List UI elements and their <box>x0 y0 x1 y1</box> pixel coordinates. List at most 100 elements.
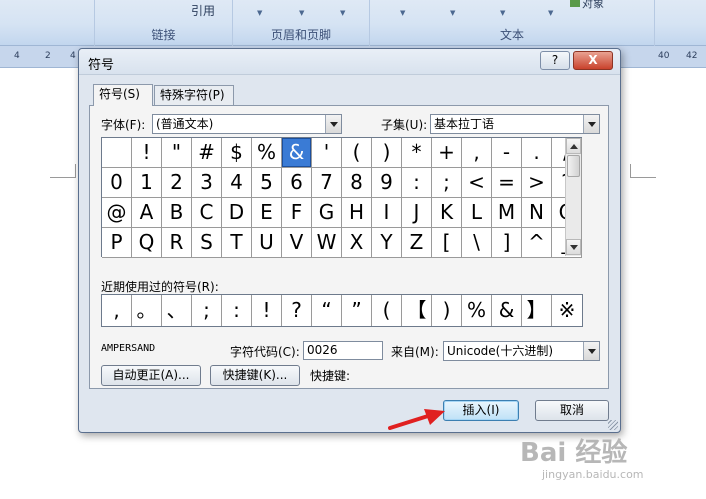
close-button[interactable]: X <box>573 51 613 70</box>
recent-symbol-cell[interactable]: 【 <box>402 295 432 326</box>
insert-button[interactable]: 插入(I) <box>443 400 519 421</box>
recent-symbol-cell[interactable]: 、 <box>162 295 192 326</box>
symbol-cell[interactable]: E <box>252 198 282 228</box>
symbol-cell[interactable]: I <box>372 198 402 228</box>
symbol-cell[interactable]: Q <box>132 228 162 258</box>
symbol-cell[interactable]: [ <box>432 228 462 258</box>
recent-symbol-cell[interactable]: ? <box>282 295 312 326</box>
symbol-cell[interactable]: U <box>252 228 282 258</box>
symbol-cell[interactable]: ] <box>492 228 522 258</box>
dialog-titlebar[interactable]: 符号 ? X <box>79 49 620 75</box>
tab-special-characters[interactable]: 特殊字符(P) <box>154 85 234 106</box>
symbol-cell[interactable]: * <box>402 138 432 168</box>
chevron-down-icon[interactable] <box>583 342 599 360</box>
symbol-cell[interactable]: V <box>282 228 312 258</box>
symbol-cell[interactable]: C <box>192 198 222 228</box>
recent-symbols[interactable]: ,。、;:!? “”(【)% &】 ※ <box>101 294 583 327</box>
symbol-cell[interactable]: M <box>492 198 522 228</box>
dropdown-arrow-icon[interactable]: ▼ <box>257 9 262 17</box>
symbol-cell[interactable]: 9 <box>372 168 402 198</box>
symbol-cell[interactable]: $ <box>222 138 252 168</box>
chevron-down-icon[interactable] <box>325 115 341 133</box>
symbol-cell[interactable]: X <box>342 228 372 258</box>
symbol-cell[interactable]: - <box>492 138 522 168</box>
symbol-cell[interactable]: 5 <box>252 168 282 198</box>
recent-symbol-cell[interactable]: ; <box>192 295 222 326</box>
symbol-cell[interactable]: 3 <box>192 168 222 198</box>
symbol-cell[interactable]: ; <box>432 168 462 198</box>
help-button[interactable]: ? <box>540 51 570 70</box>
from-select[interactable]: Unicode(十六进制) <box>443 341 600 361</box>
symbol-cell[interactable]: Y <box>372 228 402 258</box>
symbol-cell[interactable]: 1 <box>132 168 162 198</box>
dropdown-arrow-icon[interactable]: ▼ <box>548 9 553 17</box>
recent-symbol-cell[interactable]: ※ <box>552 295 582 326</box>
symbol-cell[interactable]: < <box>462 168 492 198</box>
chevron-down-icon[interactable] <box>583 115 599 133</box>
char-code-field[interactable]: 0026 <box>303 341 383 360</box>
symbol-cell[interactable]: P <box>102 228 132 258</box>
subset-select[interactable]: 基本拉丁语 <box>430 114 600 134</box>
recent-symbol-cell[interactable]: ! <box>252 295 282 326</box>
symbol-cell[interactable]: 8 <box>342 168 372 198</box>
symbol-cell[interactable]: J <box>402 198 432 228</box>
symbol-cell[interactable]: R <box>162 228 192 258</box>
symbol-cell[interactable]: K <box>432 198 462 228</box>
recent-symbol-cell[interactable]: , <box>102 295 132 326</box>
symbol-cell[interactable] <box>102 138 132 168</box>
recent-symbol-cell[interactable]: “ <box>312 295 342 326</box>
scroll-down-icon[interactable] <box>566 239 581 255</box>
symbol-cell[interactable]: % <box>252 138 282 168</box>
symbol-cell[interactable]: + <box>432 138 462 168</box>
symbol-cell[interactable]: & <box>282 138 312 168</box>
cancel-button[interactable]: 取消 <box>535 400 609 421</box>
recent-symbol-cell[interactable]: & <box>492 295 522 326</box>
ribbon-item-object[interactable]: 对象 <box>570 0 604 11</box>
symbol-cell[interactable]: : <box>402 168 432 198</box>
symbol-cell[interactable]: , <box>462 138 492 168</box>
recent-symbol-cell[interactable]: ” <box>342 295 372 326</box>
symbol-cell[interactable]: ^ <box>522 228 552 258</box>
recent-symbol-cell[interactable]: ( <box>372 295 402 326</box>
symbol-cell[interactable]: . <box>522 138 552 168</box>
symbol-cell[interactable]: 0 <box>102 168 132 198</box>
symbol-cell[interactable]: > <box>522 168 552 198</box>
symbol-cell[interactable]: " <box>162 138 192 168</box>
symbol-cell[interactable]: 6 <box>282 168 312 198</box>
scroll-up-icon[interactable] <box>566 138 581 154</box>
font-select[interactable]: (普通文本) <box>152 114 342 134</box>
tab-symbols[interactable]: 符号(S) <box>93 84 153 106</box>
dropdown-arrow-icon[interactable]: ▼ <box>500 9 505 17</box>
resize-grip-icon[interactable] <box>608 420 618 430</box>
symbol-cell[interactable]: T <box>222 228 252 258</box>
recent-symbol-cell[interactable]: 。 <box>132 295 162 326</box>
symbol-cell[interactable]: @ <box>102 198 132 228</box>
recent-symbol-cell[interactable]: : <box>222 295 252 326</box>
symbol-cell[interactable]: \ <box>462 228 492 258</box>
symbol-cell[interactable]: A <box>132 198 162 228</box>
grid-scrollbar[interactable] <box>565 138 581 256</box>
ribbon-item-reference[interactable]: 引用 <box>191 2 215 19</box>
recent-symbol-cell[interactable]: ) <box>432 295 462 326</box>
symbol-cell[interactable]: ( <box>342 138 372 168</box>
dropdown-arrow-icon[interactable]: ▼ <box>340 9 345 17</box>
symbol-cell[interactable]: 7 <box>312 168 342 198</box>
symbol-cell[interactable]: # <box>192 138 222 168</box>
symbol-cell[interactable]: ' <box>312 138 342 168</box>
symbol-grid[interactable]: !"#$%&'()*+,-./0123456789:;<=>?@ABCDEFGH… <box>101 137 582 258</box>
symbol-cell[interactable]: G <box>312 198 342 228</box>
recent-symbol-cell[interactable]: 】 <box>522 295 552 326</box>
autocorrect-button[interactable]: 自动更正(A)... <box>101 365 201 386</box>
symbol-cell[interactable]: H <box>342 198 372 228</box>
symbol-cell[interactable]: F <box>282 198 312 228</box>
symbol-cell[interactable]: L <box>462 198 492 228</box>
symbol-cell[interactable]: B <box>162 198 192 228</box>
symbol-cell[interactable]: 4 <box>222 168 252 198</box>
symbol-cell[interactable]: N <box>522 198 552 228</box>
symbol-cell[interactable]: S <box>192 228 222 258</box>
dropdown-arrow-icon[interactable]: ▼ <box>299 9 304 17</box>
shortcut-key-button[interactable]: 快捷键(K)... <box>210 365 300 386</box>
dropdown-arrow-icon[interactable]: ▼ <box>450 9 455 17</box>
recent-symbol-cell[interactable]: % <box>462 295 492 326</box>
symbol-cell[interactable]: ! <box>132 138 162 168</box>
